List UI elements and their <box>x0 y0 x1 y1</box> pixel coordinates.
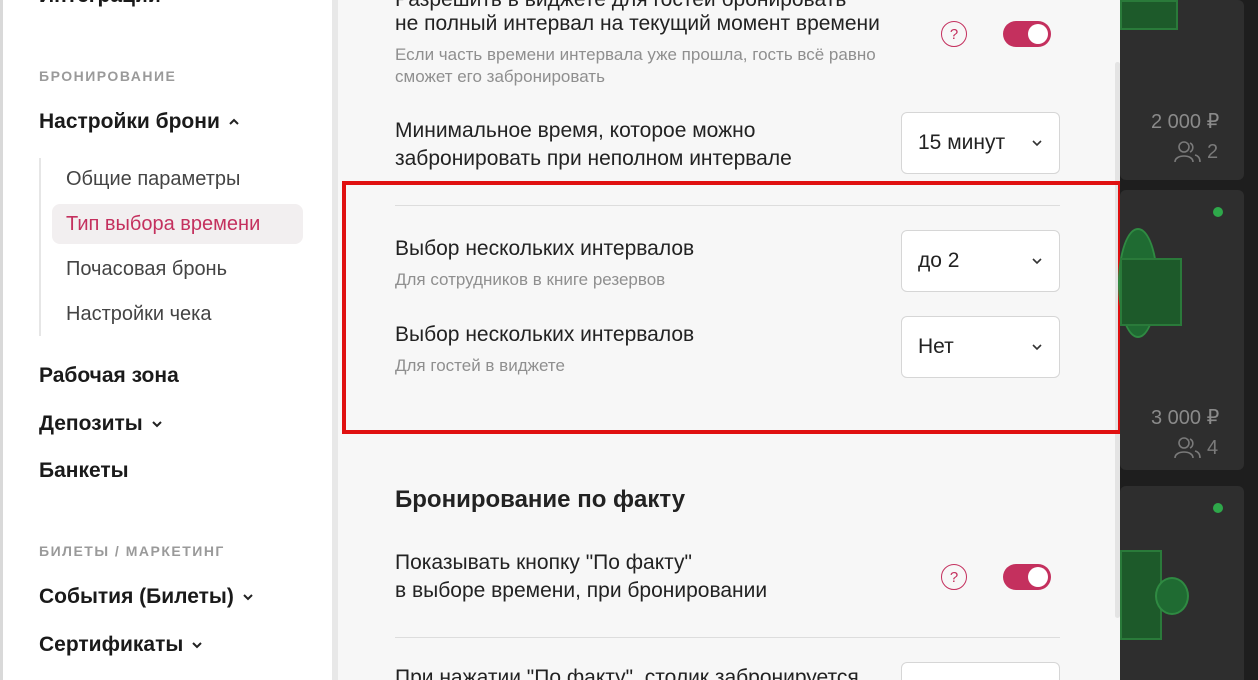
toggle-knob <box>1028 24 1048 44</box>
setting-title: забронировать при неполном интервале <box>395 147 792 170</box>
sidebar-item-banquets[interactable]: Банкеты <box>39 459 129 483</box>
chevron-down-icon <box>1032 140 1042 147</box>
highlight-box <box>342 181 1122 434</box>
sidebar-item-deposits[interactable]: Депозиты <box>39 412 163 436</box>
submenu-guide-line <box>39 158 41 336</box>
sidebar-subitem-time-selection-type[interactable]: Тип выбора времени <box>52 204 303 244</box>
sidebar-item-integrations[interactable]: Интеграции <box>39 0 161 8</box>
setting-description: Если часть времени интервала уже прошла,… <box>395 45 876 64</box>
section-heading: Бронирование по факту <box>395 486 686 513</box>
sidebar-subitem-receipt-settings[interactable]: Настройки чека <box>52 294 303 334</box>
people-icon <box>1174 437 1201 459</box>
sidebar-subitem-hourly-booking[interactable]: Почасовая бронь <box>52 249 303 289</box>
fact-select[interactable] <box>901 662 1060 680</box>
capacity-value: 4 <box>1207 436 1219 459</box>
sidebar-item-label: Депозиты <box>39 412 143 435</box>
min-time-select[interactable]: 15 минут <box>901 112 1060 174</box>
sidebar-section-tickets-marketing: БИЛЕТЫ / МАРКЕТИНГ <box>39 543 225 559</box>
sidebar-item-certificates[interactable]: Сертификаты <box>39 633 203 657</box>
setting-title: Показывать кнопку "По факту" <box>395 551 692 574</box>
toggle-knob <box>1028 567 1048 587</box>
by-fact-toggle[interactable] <box>1003 564 1051 590</box>
sidebar-item-events[interactable]: События (Билеты) <box>39 585 254 609</box>
settings-sidebar: Интеграции БРОНИРОВАНИЕ Настройки брони … <box>0 0 334 680</box>
setting-title: не полный интервал на текущий момент вре… <box>395 12 880 35</box>
people-icon <box>1174 141 1201 163</box>
sidebar-item-label: Настройки брони <box>39 110 220 133</box>
capacity-value: 2 <box>1207 140 1219 163</box>
chevron-down-icon <box>243 594 253 601</box>
setting-title: в выборе времени, при бронировании <box>395 579 768 602</box>
help-icon[interactable]: ? <box>941 21 967 47</box>
table-price: 2 000 ₽ <box>1151 111 1220 133</box>
sidebar-section-booking: БРОНИРОВАНИЕ <box>39 68 177 84</box>
sidebar-item-label: Банкеты <box>39 459 129 482</box>
select-value: 15 минут <box>918 131 1006 154</box>
table-price: 3 000 ₽ <box>1151 407 1220 429</box>
setting-description: сможет его забронировать <box>395 67 605 86</box>
status-dot <box>1213 503 1223 513</box>
table-capacity: 4 <box>1173 436 1218 460</box>
chevron-up-icon <box>229 118 239 125</box>
sidebar-item-label: События (Билеты) <box>39 585 234 608</box>
setting-title: При нажатии "По факту", столик заброниру… <box>395 666 859 680</box>
table-shape <box>1120 0 1178 30</box>
sidebar-item-booking-settings[interactable]: Настройки брони <box>39 110 240 134</box>
divider <box>395 637 1060 638</box>
partial-interval-toggle[interactable] <box>1003 21 1051 47</box>
sidebar-item-label: Рабочая зона <box>39 364 179 387</box>
sidebar-item-label: Сертификаты <box>39 633 184 656</box>
sidebar-subitem-general[interactable]: Общие параметры <box>52 159 303 199</box>
chevron-down-icon <box>151 421 162 428</box>
help-icon[interactable]: ? <box>941 564 967 590</box>
chevron-down-icon <box>192 642 203 649</box>
table-capacity: 2 <box>1173 140 1218 164</box>
setting-title: Минимальное время, которое можно <box>395 119 756 142</box>
status-dot <box>1213 207 1223 217</box>
table-shape <box>1120 258 1182 326</box>
chair-shape <box>1155 577 1189 615</box>
sidebar-item-work-zone[interactable]: Рабочая зона <box>39 364 179 388</box>
